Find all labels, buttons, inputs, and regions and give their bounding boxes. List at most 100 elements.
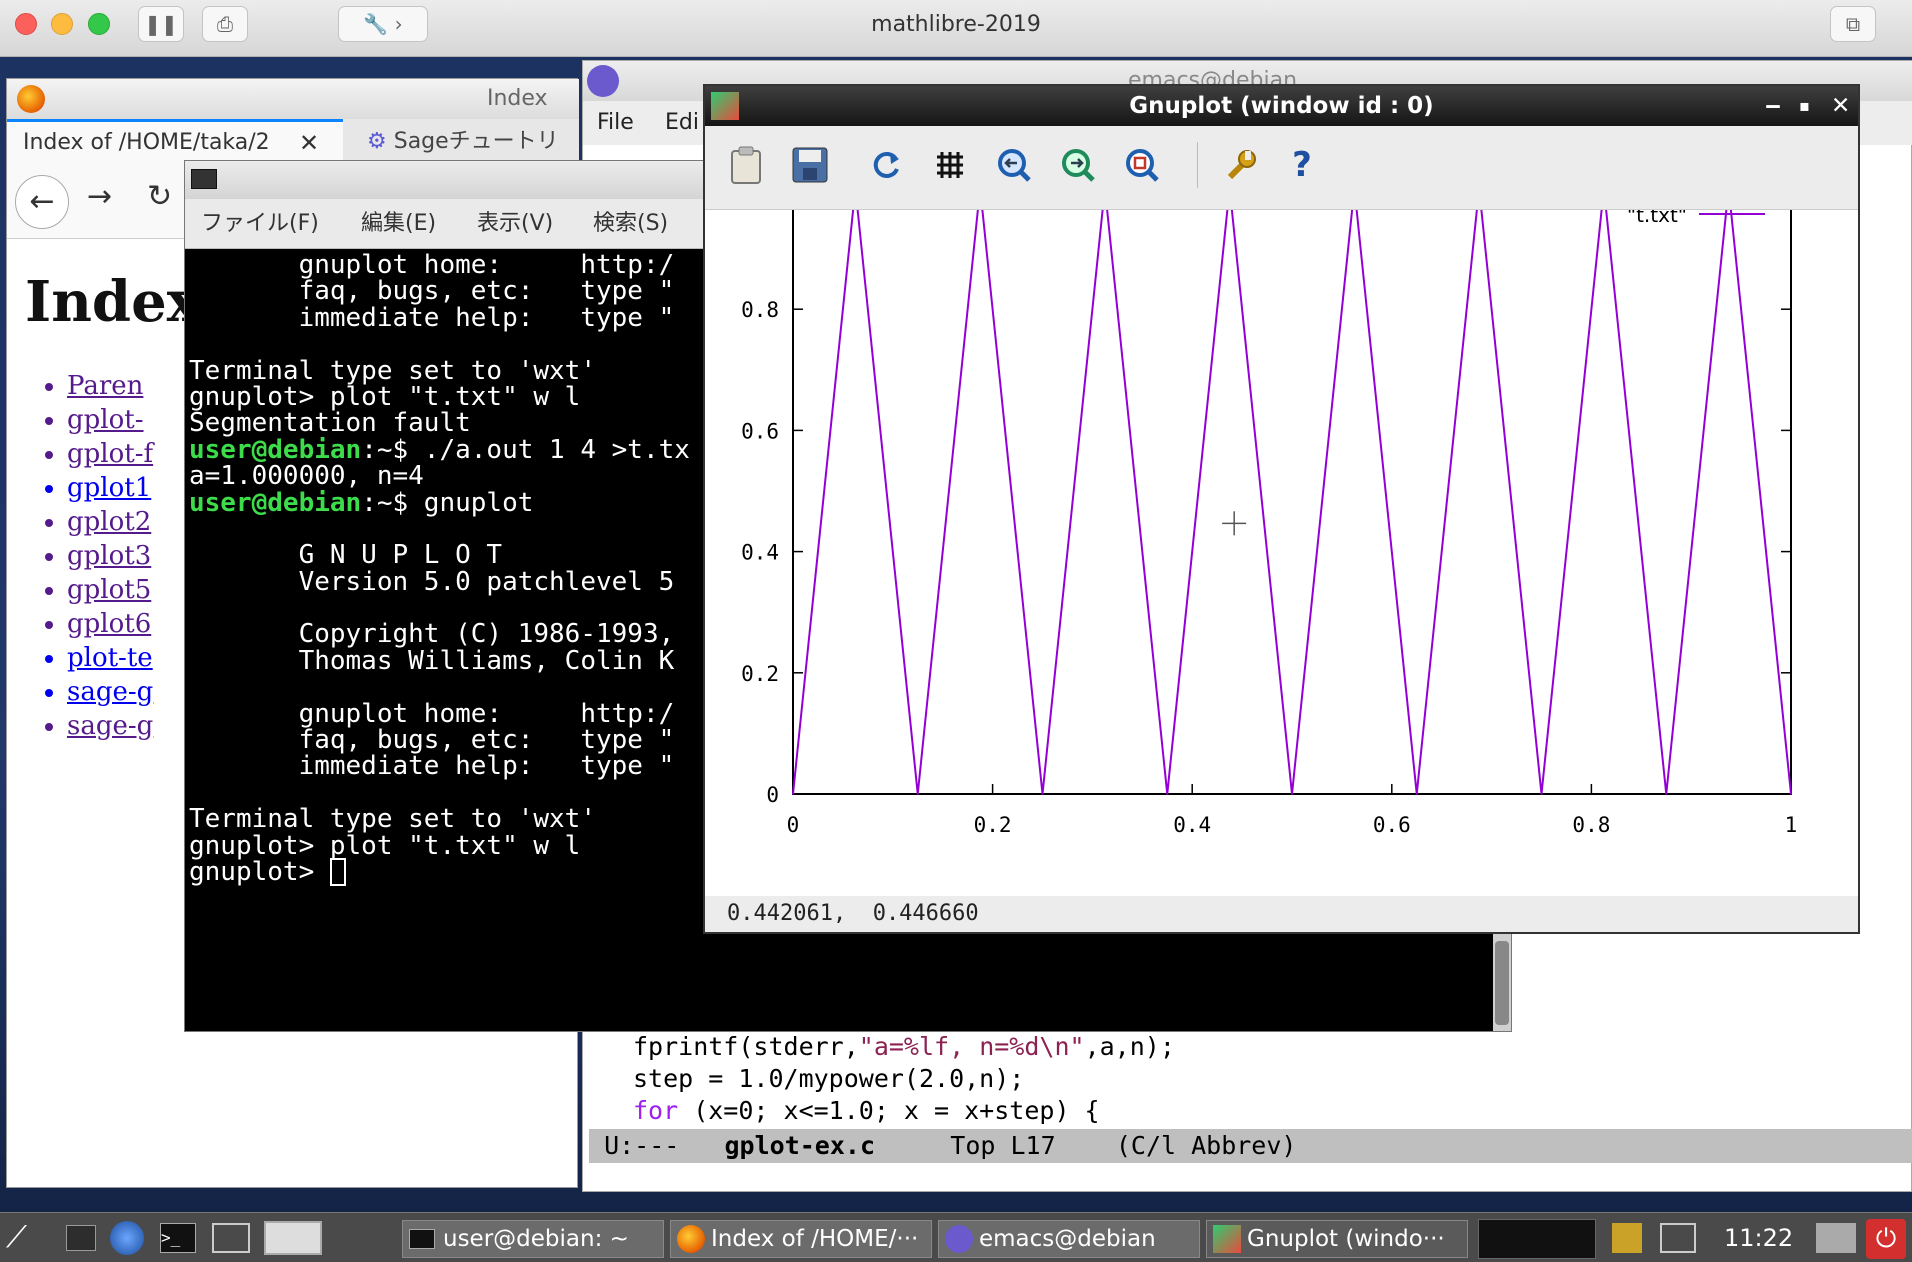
task-terminal[interactable]: user@debian: ~ <box>402 1220 664 1258</box>
task-gnuplot[interactable]: Gnuplot (windo··· <box>1206 1220 1468 1258</box>
gnuplot-title-bar: Gnuplot (window id : 0) ‒ ▪ ✕ <box>705 86 1858 126</box>
task-browser[interactable]: Index of /HOME/··· <box>670 1220 932 1258</box>
list-item[interactable]: sage-g <box>67 711 153 745</box>
terminal-launcher-icon[interactable]: >_ <box>160 1223 196 1253</box>
arrow-right-icon: → <box>87 179 113 214</box>
gnuplot-icon <box>711 92 739 120</box>
x-tick-label: 0.2 <box>974 813 1012 837</box>
vm-title-bar: mathlibre-2019 ❚❚ ⎙ 🔧 › ⧉ <box>0 0 1912 57</box>
cpu-monitor <box>1478 1219 1596 1259</box>
menu-file[interactable]: File <box>597 101 634 145</box>
prompt-user: user@debian <box>189 487 362 518</box>
replot-icon[interactable] <box>863 142 909 188</box>
data-point <box>792 793 794 795</box>
pause-icon: ❚❚ <box>144 12 178 36</box>
back-button[interactable]: ← <box>15 175 69 229</box>
gnuplot-window: Gnuplot (window id : 0) ‒ ▪ ✕ ? 0 0.2 0.4 0… <box>703 84 1860 934</box>
taskbar: ⟋ >_ user@debian: ~ Index of /HOME/··· e… <box>0 1212 1912 1262</box>
file-list: Paren gplot- gplot-f gplot1 gplot2 gplot… <box>67 371 153 745</box>
x-tick-label: 0 <box>787 813 800 837</box>
autoscale-icon[interactable] <box>1119 142 1165 188</box>
snapshot-button[interactable]: ⎙ <box>202 6 248 42</box>
y-tick-label: 0.2 <box>741 662 779 686</box>
list-item[interactable]: gplot5 <box>67 575 153 609</box>
zoom-window-button[interactable] <box>88 13 110 35</box>
toolbar-separator <box>1197 142 1198 188</box>
emacs-icon <box>945 1225 973 1253</box>
list-item[interactable]: gplot-f <box>67 439 153 473</box>
list-item[interactable]: gplot2 <box>67 507 153 541</box>
menu-view[interactable]: 表示(V) <box>477 199 553 249</box>
power-button[interactable]: ⏻ <box>1866 1219 1906 1259</box>
wrench-icon: 🔧 <box>363 12 389 36</box>
data-point <box>1790 793 1792 795</box>
data-point <box>1540 793 1543 795</box>
y-tick-label: 0 <box>766 783 779 807</box>
menu-file[interactable]: ファイル(F) <box>201 199 319 249</box>
data-point <box>1415 793 1418 795</box>
copy-icon[interactable] <box>723 142 769 188</box>
minimize-window-button[interactable] <box>51 13 73 35</box>
zoom-prev-icon[interactable] <box>991 142 1037 188</box>
x-tick-label: 0.8 <box>1572 813 1610 837</box>
menu-search[interactable]: 検索(S) <box>593 199 668 249</box>
gnuplot-status-bar: 0.442061, 0.446660 <box>705 896 1858 932</box>
list-item[interactable]: gplot- <box>67 405 153 439</box>
clipboard-icon[interactable] <box>1612 1223 1642 1253</box>
x-tick-label: 0.4 <box>1173 813 1211 837</box>
list-item[interactable]: gplot1 <box>67 473 153 507</box>
maximize-icon[interactable]: ▪ <box>1799 86 1810 126</box>
power-icon: ⏻ <box>1875 1224 1897 1254</box>
browser-tabs: Index of /HOME/taka/2 ✕ ⚙ Sageチュートリ <box>7 119 579 165</box>
forward-button[interactable]: → <box>87 179 112 214</box>
help-icon[interactable]: ? <box>1279 142 1325 188</box>
list-item[interactable]: plot-te <box>67 643 153 677</box>
arrow-left-icon: ← <box>29 184 55 219</box>
menu-edit[interactable]: Edi <box>665 101 699 145</box>
grid-icon[interactable] <box>927 142 973 188</box>
settings-button[interactable]: 🔧 › <box>338 6 428 42</box>
data-point <box>916 793 919 795</box>
show-desktop-icon[interactable] <box>66 1225 96 1251</box>
network-icon[interactable] <box>1660 1223 1696 1253</box>
reload-button[interactable]: ↻ <box>147 179 172 214</box>
close-icon[interactable]: ✕ <box>1831 86 1850 126</box>
zoom-next-icon[interactable] <box>1055 142 1101 188</box>
snapshot-icon: ⎙ <box>217 12 233 36</box>
terminal-scrollbar-thumb[interactable] <box>1495 941 1509 1025</box>
list-item[interactable]: sage-g <box>67 677 153 711</box>
data-point <box>1665 793 1668 795</box>
pause-button[interactable]: ❚❚ <box>138 6 184 42</box>
save-icon[interactable] <box>787 142 833 188</box>
close-window-button[interactable] <box>15 13 37 35</box>
menu-edit[interactable]: 編集(E) <box>361 199 436 249</box>
list-item[interactable]: gplot3 <box>67 541 153 575</box>
battery-icon <box>1816 1223 1856 1253</box>
y-tick-label: 0.8 <box>741 298 779 322</box>
data-point <box>1166 793 1169 795</box>
code-line: fprintf(stderr,"a=%lf, n=%d\n",a,n); <box>633 1032 1175 1061</box>
terminal-icon <box>409 1229 435 1249</box>
window-list-icon[interactable] <box>212 1223 250 1253</box>
x-tick-label: 0.6 <box>1373 813 1411 837</box>
tab-sage[interactable]: ⚙ Sageチュートリ <box>353 119 579 165</box>
gnuplot-chart[interactable]: 00.20.40.60.8100.20.40.60.81"t.txt" <box>705 210 1858 896</box>
text-cursor <box>329 858 346 887</box>
gnuplot-icon <box>1213 1225 1241 1253</box>
sage-icon: ⚙ <box>367 129 387 154</box>
minimize-icon[interactable]: ‒ <box>1765 86 1781 126</box>
emacs-icon <box>587 65 619 97</box>
config-icon[interactable] <box>1217 142 1263 188</box>
workspace-icon[interactable] <box>264 1221 322 1255</box>
task-emacs[interactable]: emacs@debian <box>938 1220 1200 1258</box>
chevron-right-icon: › <box>394 12 403 36</box>
list-item[interactable]: Paren <box>67 371 153 405</box>
firefox-icon <box>17 85 45 113</box>
tab-index[interactable]: Index of /HOME/taka/2 ✕ <box>7 119 343 165</box>
close-tab-icon[interactable]: ✕ <box>299 122 319 164</box>
fullscreen-button[interactable]: ⧉ <box>1830 6 1876 42</box>
browser-launcher-icon[interactable] <box>110 1221 144 1255</box>
list-item[interactable]: gplot6 <box>67 609 153 643</box>
data-point <box>1041 793 1044 795</box>
start-menu-icon[interactable]: ⟋ <box>6 1219 50 1257</box>
